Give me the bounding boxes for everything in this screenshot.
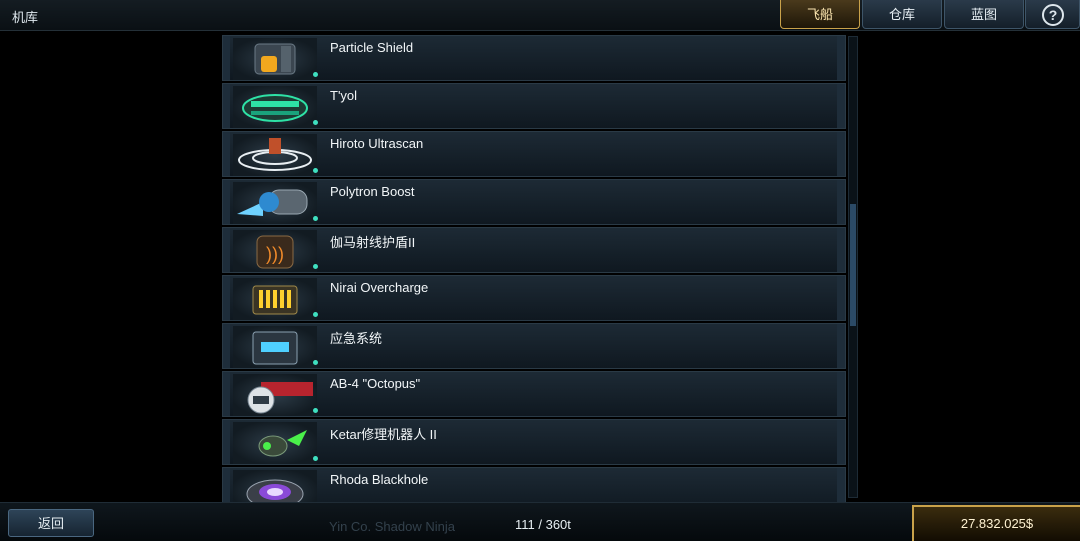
item-right-edge — [837, 468, 845, 505]
item-right-edge — [837, 228, 845, 272]
status-dot — [313, 456, 318, 461]
credits-display: 27.832.025$ — [912, 505, 1080, 541]
list-item[interactable]: Rhoda Blackhole — [222, 467, 846, 505]
item-right-edge — [837, 132, 845, 176]
item-name: Hiroto Ultrascan — [330, 136, 424, 151]
item-name: Rhoda Blackhole — [330, 472, 429, 487]
item-right-edge — [837, 276, 845, 320]
emergency-system-icon — [233, 326, 317, 368]
repair-bot-icon — [233, 422, 317, 464]
item-left-edge — [223, 468, 230, 505]
item-right-edge — [837, 324, 845, 368]
partial-item-name: Yin Co. Shadow Ninja — [329, 519, 455, 534]
list-scrollbar[interactable] — [848, 36, 858, 498]
item-left-edge — [223, 132, 230, 176]
overcharge-icon — [233, 278, 317, 320]
tab-ships[interactable]: 飞船 — [780, 0, 860, 29]
item-right-edge — [837, 84, 845, 128]
status-dot — [313, 72, 318, 77]
item-left-edge — [223, 372, 230, 416]
blackhole-icon — [233, 470, 317, 505]
boost-icon — [233, 182, 317, 224]
page-title: 机库 — [12, 10, 39, 25]
particle-shield-icon — [233, 38, 317, 80]
bottom-bar: 返回 Yin Co. Shadow Ninja 111 / 360t 27.83… — [0, 502, 1080, 541]
status-dot — [313, 168, 318, 173]
scrollbar-thumb[interactable] — [850, 204, 856, 326]
list-item[interactable]: Polytron Boost — [222, 179, 846, 225]
gamma-shield-icon: ))) — [233, 230, 317, 272]
item-left-edge — [223, 228, 230, 272]
item-name: Ketar修理机器人 II — [330, 427, 437, 442]
list-item[interactable]: T'yol — [222, 83, 846, 129]
item-left-edge — [223, 36, 230, 80]
back-button[interactable]: 返回 — [8, 509, 94, 537]
item-name: Nirai Overcharge — [330, 280, 429, 295]
item-name: 应急系统 — [330, 331, 383, 346]
tyol-icon — [233, 86, 317, 128]
list-item[interactable]: Nirai Overcharge — [222, 275, 846, 321]
svg-text:))): ))) — [266, 244, 284, 264]
help-button[interactable]: ? — [1025, 0, 1080, 29]
item-right-edge — [837, 180, 845, 224]
list-item[interactable]: Hiroto Ultrascan — [222, 131, 846, 177]
status-dot — [313, 360, 318, 365]
item-right-edge — [837, 372, 845, 416]
item-left-edge — [223, 324, 230, 368]
ultrascan-icon — [233, 134, 317, 176]
item-name: 伽马射线护盾II — [330, 235, 416, 250]
status-dot — [313, 120, 318, 125]
status-dot — [313, 216, 318, 221]
list-item[interactable]: ))) 伽马射线护盾II — [222, 227, 846, 273]
item-left-edge — [223, 276, 230, 320]
item-left-edge — [223, 180, 230, 224]
list-item[interactable]: Particle Shield — [222, 35, 846, 81]
question-mark-icon: ? — [1042, 4, 1064, 26]
item-right-edge — [837, 36, 845, 80]
tab-storage[interactable]: 仓库 — [862, 0, 942, 29]
list-item[interactable]: Ketar修理机器人 II — [222, 419, 846, 465]
item-name: T'yol — [330, 88, 358, 103]
cargo-capacity: 111 / 360t — [515, 517, 571, 532]
tab-blueprints[interactable]: 蓝图 — [944, 0, 1024, 29]
item-left-edge — [223, 84, 230, 128]
equipment-list[interactable]: Particle Shield T'yol Hiroto Ultrascan P… — [222, 35, 846, 505]
status-dot — [313, 408, 318, 413]
octopus-icon — [233, 374, 317, 416]
top-bar: 机库 飞船 仓库 蓝图 ? — [0, 0, 1080, 31]
item-name: Polytron Boost — [330, 184, 415, 199]
item-left-edge — [223, 420, 230, 464]
status-dot — [313, 312, 318, 317]
item-name: Particle Shield — [330, 40, 414, 55]
item-name: AB-4 "Octopus" — [330, 376, 421, 391]
item-right-edge — [837, 420, 845, 464]
status-dot — [313, 264, 318, 269]
list-item[interactable]: 应急系统 — [222, 323, 846, 369]
list-item[interactable]: AB-4 "Octopus" — [222, 371, 846, 417]
